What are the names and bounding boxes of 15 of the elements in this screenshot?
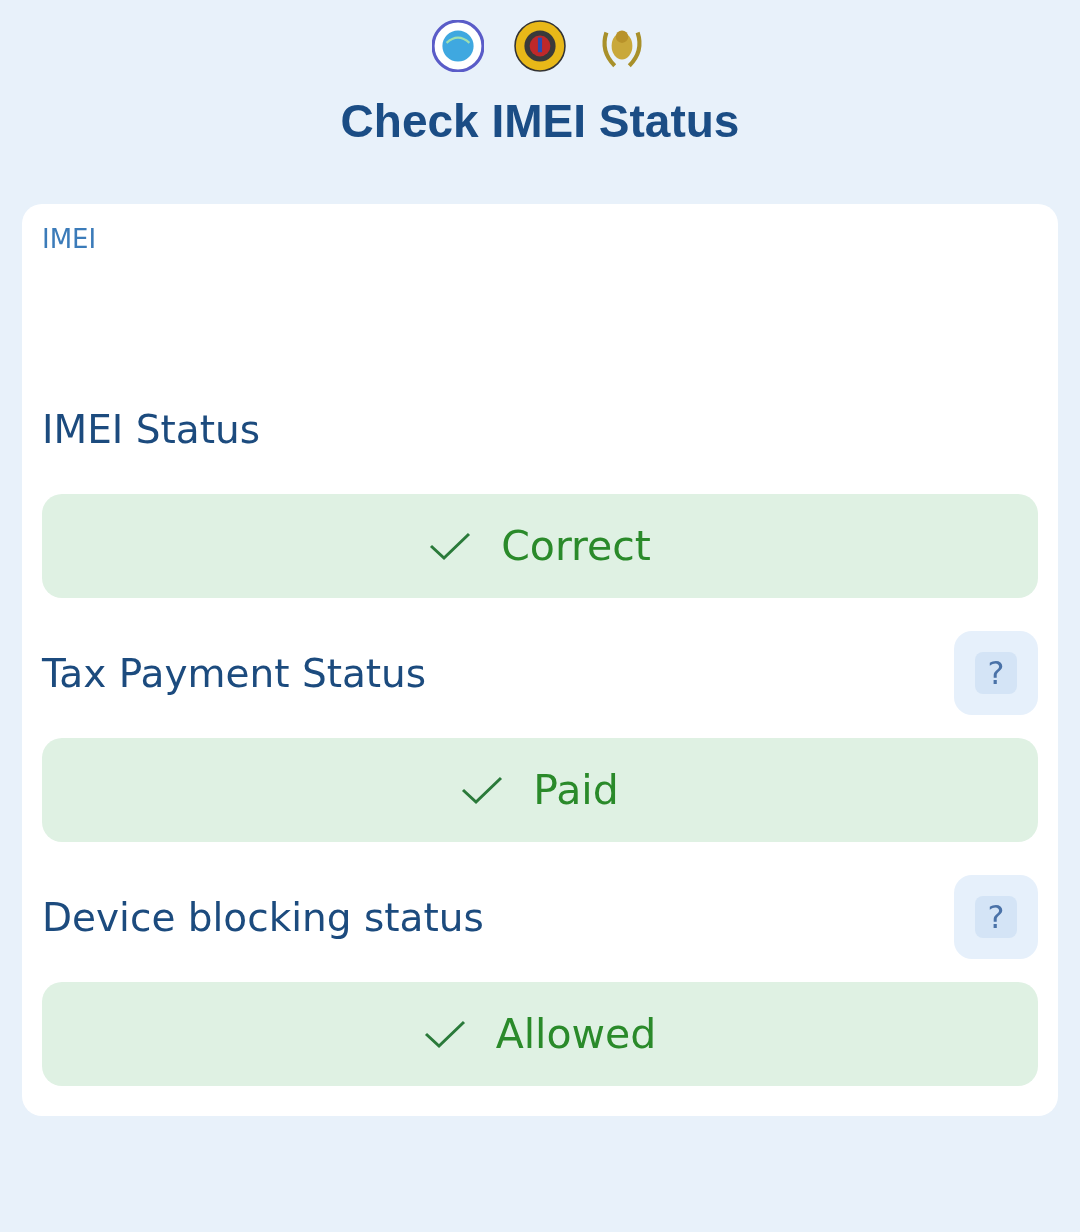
status-text: Correct bbox=[501, 522, 651, 570]
check-icon bbox=[461, 775, 504, 805]
gear-emblem-icon bbox=[514, 20, 566, 72]
status-text: Paid bbox=[533, 766, 619, 814]
help-button[interactable]: ? bbox=[954, 631, 1038, 715]
page-title: Check IMEI Status bbox=[339, 94, 741, 148]
status-label: IMEI Status bbox=[42, 406, 260, 452]
help-button[interactable]: ? bbox=[954, 875, 1038, 959]
seal-logo-icon bbox=[432, 20, 484, 72]
status-label: Device blocking status bbox=[42, 894, 484, 940]
status-label: Tax Payment Status bbox=[42, 650, 427, 696]
field-label: IMEI bbox=[42, 224, 97, 254]
status-text: Allowed bbox=[495, 1010, 657, 1058]
check-icon bbox=[423, 1019, 466, 1049]
check-icon bbox=[429, 531, 472, 561]
